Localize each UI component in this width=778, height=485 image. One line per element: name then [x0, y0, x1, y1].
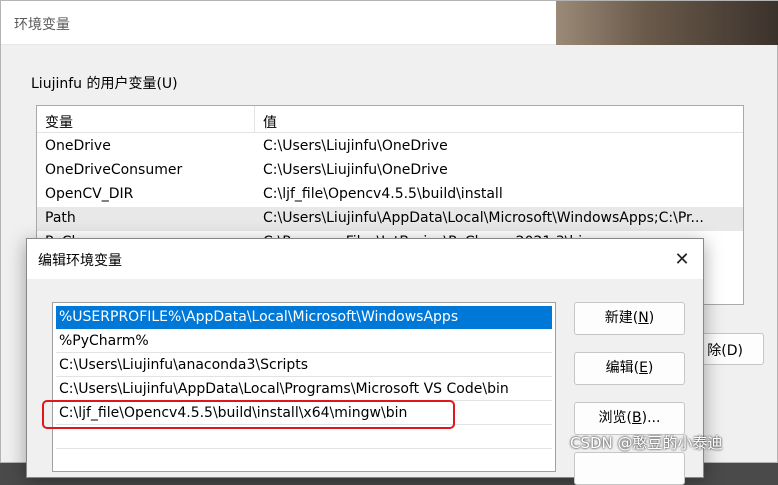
column-header-variable[interactable]: 变量	[45, 112, 73, 132]
close-icon[interactable]: ✕	[667, 245, 697, 275]
background-desktop-strip	[556, 1, 778, 45]
csdn-watermark: CSDN @憨豆的小泰迪	[570, 434, 723, 452]
list-header: 变量 值	[37, 106, 743, 133]
new-button-accesskey: N	[638, 310, 649, 326]
browse-button-accesskey: B	[632, 410, 642, 426]
variable-row-selected[interactable]: Path C:\Users\Liujinfu\AppData\Local\Mic…	[37, 207, 743, 231]
new-button[interactable]: 新建(N)	[574, 302, 685, 335]
delete-entry-button[interactable]	[574, 452, 685, 485]
variable-value: C:\Users\Liujinfu\AppData\Local\Microsof…	[263, 210, 704, 226]
column-separator[interactable]	[254, 106, 255, 133]
variable-name: OneDriveConsumer	[45, 162, 183, 178]
new-button-label: 新建(	[604, 310, 639, 326]
user-variables-label: Liujinfu 的用户变量(U)	[31, 76, 178, 92]
path-entry[interactable]: C:\Users\Liujinfu\AppData\Local\Programs…	[56, 378, 552, 401]
browse-button[interactable]: 浏览(B)...	[574, 402, 685, 435]
path-entry-text: %PyCharm%	[59, 333, 149, 349]
variable-name: OneDrive	[45, 138, 111, 154]
path-entry[interactable]: C:\ljf_file\Opencv4.5.5\build\install\x6…	[56, 402, 552, 425]
path-entry-text: C:\Users\Liujinfu\AppData\Local\Programs…	[59, 381, 509, 397]
edit-button-accesskey: E	[639, 360, 648, 376]
edit-button[interactable]: 编辑(E)	[574, 352, 685, 385]
path-entry-selected[interactable]: %USERPROFILE%\AppData\Local\Microsoft\Wi…	[56, 306, 552, 329]
path-entry[interactable]: %PyCharm%	[56, 330, 552, 353]
column-header-value[interactable]: 值	[263, 112, 277, 132]
variable-value: C:\ljf_file\Opencv4.5.5\build\install	[263, 186, 503, 202]
window-titlebar: 环境变量	[1, 1, 556, 45]
window-title: 环境变量	[14, 17, 70, 33]
path-entry-empty[interactable]	[56, 426, 552, 449]
edit-button-label-end: )	[647, 360, 654, 376]
browse-button-label: 浏览(	[598, 410, 633, 426]
variable-row[interactable]: OpenCV_DIR C:\ljf_file\Opencv4.5.5\build…	[37, 183, 743, 207]
variable-name: OpenCV_DIR	[45, 186, 134, 202]
path-entry-text: C:\Users\Liujinfu\anaconda3\Scripts	[59, 357, 309, 373]
new-button-label-end: )	[648, 310, 655, 326]
edit-button-label: 编辑(	[605, 360, 640, 376]
path-entry[interactable]: C:\Users\Liujinfu\anaconda3\Scripts	[56, 354, 552, 377]
variable-value: C:\Users\Liujinfu\OneDrive	[263, 138, 448, 154]
path-entries-list[interactable]: %USERPROFILE%\AppData\Local\Microsoft\Wi…	[52, 302, 556, 472]
path-entry-text: C:\ljf_file\Opencv4.5.5\build\install\x6…	[59, 405, 408, 421]
variable-row[interactable]: OneDrive C:\Users\Liujinfu\OneDrive	[37, 135, 743, 159]
dialog-title: 编辑环境变量	[38, 253, 122, 269]
dialog-titlebar: 编辑环境变量 ✕	[27, 239, 703, 279]
variable-row[interactable]: OneDriveConsumer C:\Users\Liujinfu\OneDr…	[37, 159, 743, 183]
variable-value: C:\Users\Liujinfu\OneDrive	[263, 162, 448, 178]
path-entry-text: %USERPROFILE%\AppData\Local\Microsoft\Wi…	[59, 309, 459, 325]
browse-button-label-end: )...	[641, 410, 661, 426]
variable-name: Path	[45, 210, 76, 226]
